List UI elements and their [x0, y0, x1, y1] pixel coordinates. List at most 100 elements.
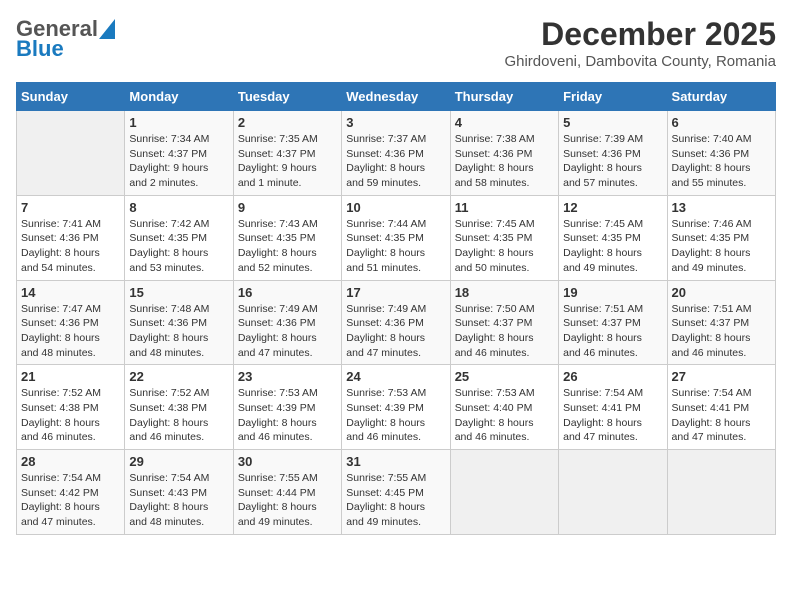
calendar-week-row: 28 Sunrise: 7:54 AM Sunset: 4:42 PM Dayli…: [17, 450, 776, 535]
day-info: Sunrise: 7:49 AM Sunset: 4:36 PM Dayligh…: [346, 302, 445, 361]
day-number: 18: [455, 285, 554, 300]
day-number: 23: [238, 369, 337, 384]
day-info: Sunrise: 7:45 AM Sunset: 4:35 PM Dayligh…: [563, 217, 662, 276]
calendar-cell: 17Sunrise: 7:49 AM Sunset: 4:36 PM Dayli…: [342, 280, 450, 365]
day-number: 16: [238, 285, 337, 300]
day-number: 6: [672, 115, 771, 130]
day-info: Sunrise: 7:55 AM Sunset: 4:45 PM Dayligh…: [346, 471, 445, 530]
day-info: Sunrise: 7:40 AM Sunset: 4:36 PM Dayligh…: [672, 132, 771, 191]
day-number: 30: [238, 454, 337, 469]
weekday-header: Sunday: [17, 83, 125, 111]
calendar-cell: 11Sunrise: 7:45 AM Sunset: 4:35 PM Dayli…: [450, 195, 558, 280]
calendar-cell: 25Sunrise: 7:53 AM Sunset: 4:40 PM Dayli…: [450, 365, 558, 450]
page-subtitle: Ghirdoveni, Dambovita County, Romania: [504, 53, 776, 70]
calendar-cell: 19Sunrise: 7:51 AM Sunset: 4:37 PM Dayli…: [559, 280, 667, 365]
day-number: 24: [346, 369, 445, 384]
calendar-cell: 26 Sunrise: 7:54 AM Sunset: 4:41 PM Dayli…: [559, 365, 667, 450]
day-number: 14: [21, 285, 120, 300]
calendar-cell: 28 Sunrise: 7:54 AM Sunset: 4:42 PM Dayli…: [17, 450, 125, 535]
calendar-cell: 21 Sunrise: 7:52 AM Sunset: 4:38 PM Dayli…: [17, 365, 125, 450]
day-info: Sunrise: 7:48 AM Sunset: 4:36 PM Dayligh…: [129, 302, 228, 361]
day-number: 10: [346, 200, 445, 215]
day-number: 5: [563, 115, 662, 130]
calendar-cell: 31 Sunrise: 7:55 AM Sunset: 4:45 PM Dayli…: [342, 450, 450, 535]
day-number: 1: [129, 115, 228, 130]
calendar-cell: 23 Sunrise: 7:53 AM Sunset: 4:39 PM Dayli…: [233, 365, 341, 450]
calendar-cell: 30 Sunrise: 7:55 AM Sunset: 4:44 PM Dayli…: [233, 450, 341, 535]
calendar-cell: [17, 111, 125, 196]
calendar-cell: 2Sunrise: 7:35 AM Sunset: 4:37 PM Daylig…: [233, 111, 341, 196]
day-info: Sunrise: 7:47 AM Sunset: 4:36 PM Dayligh…: [21, 302, 120, 361]
calendar-cell: 20 Sunrise: 7:51 AM Sunset: 4:37 PM Dayli…: [667, 280, 775, 365]
day-info: Sunrise: 7:54 AM Sunset: 4:41 PM Dayligh…: [563, 386, 662, 445]
day-info: Sunrise: 7:49 AM Sunset: 4:36 PM Dayligh…: [238, 302, 337, 361]
day-number: 9: [238, 200, 337, 215]
calendar-week-row: 1 Sunrise: 7:34 AM Sunset: 4:37 PM Daylig…: [17, 111, 776, 196]
day-info: Sunrise: 7:43 AM Sunset: 4:35 PM Dayligh…: [238, 217, 337, 276]
page-title: December 2025: [504, 16, 776, 53]
calendar-cell: 9 Sunrise: 7:43 AM Sunset: 4:35 PM Daylig…: [233, 195, 341, 280]
day-number: 22: [129, 369, 228, 384]
day-info: Sunrise: 7:44 AM Sunset: 4:35 PM Dayligh…: [346, 217, 445, 276]
calendar-cell: 13 Sunrise: 7:46 AM Sunset: 4:35 PM Dayli…: [667, 195, 775, 280]
day-info: Sunrise: 7:54 AM Sunset: 4:43 PM Dayligh…: [129, 471, 228, 530]
calendar-cell: 12 Sunrise: 7:45 AM Sunset: 4:35 PM Dayli…: [559, 195, 667, 280]
day-info: Sunrise: 7:51 AM Sunset: 4:37 PM Dayligh…: [672, 302, 771, 361]
calendar-cell: 10 Sunrise: 7:44 AM Sunset: 4:35 PM Dayli…: [342, 195, 450, 280]
day-number: 4: [455, 115, 554, 130]
calendar-table: SundayMondayTuesdayWednesdayThursdayFrid…: [16, 82, 776, 535]
day-number: 31: [346, 454, 445, 469]
page-header: General Blue December 2025 Ghirdoveni, D…: [16, 16, 776, 70]
calendar-cell: 5 Sunrise: 7:39 AM Sunset: 4:36 PM Daylig…: [559, 111, 667, 196]
day-number: 21: [21, 369, 120, 384]
calendar-cell: 4 Sunrise: 7:38 AM Sunset: 4:36 PM Daylig…: [450, 111, 558, 196]
day-number: 25: [455, 369, 554, 384]
calendar-cell: [667, 450, 775, 535]
day-info: Sunrise: 7:46 AM Sunset: 4:35 PM Dayligh…: [672, 217, 771, 276]
day-number: 27: [672, 369, 771, 384]
day-info: Sunrise: 7:50 AM Sunset: 4:37 PM Dayligh…: [455, 302, 554, 361]
title-block: December 2025 Ghirdoveni, Dambovita Coun…: [504, 16, 776, 70]
day-info: Sunrise: 7:42 AM Sunset: 4:35 PM Dayligh…: [129, 217, 228, 276]
day-number: 20: [672, 285, 771, 300]
calendar-cell: 29 Sunrise: 7:54 AM Sunset: 4:43 PM Dayli…: [125, 450, 233, 535]
calendar-cell: 24Sunrise: 7:53 AM Sunset: 4:39 PM Dayli…: [342, 365, 450, 450]
calendar-cell: 14 Sunrise: 7:47 AM Sunset: 4:36 PM Dayli…: [17, 280, 125, 365]
day-info: Sunrise: 7:37 AM Sunset: 4:36 PM Dayligh…: [346, 132, 445, 191]
day-info: Sunrise: 7:55 AM Sunset: 4:44 PM Dayligh…: [238, 471, 337, 530]
day-number: 2: [238, 115, 337, 130]
day-number: 19: [563, 285, 662, 300]
calendar-cell: 3Sunrise: 7:37 AM Sunset: 4:36 PM Daylig…: [342, 111, 450, 196]
day-info: Sunrise: 7:38 AM Sunset: 4:36 PM Dayligh…: [455, 132, 554, 191]
calendar-cell: 1 Sunrise: 7:34 AM Sunset: 4:37 PM Daylig…: [125, 111, 233, 196]
weekday-header: Monday: [125, 83, 233, 111]
day-info: Sunrise: 7:34 AM Sunset: 4:37 PM Dayligh…: [129, 132, 228, 191]
weekday-header: Wednesday: [342, 83, 450, 111]
calendar-week-row: 14 Sunrise: 7:47 AM Sunset: 4:36 PM Dayli…: [17, 280, 776, 365]
day-number: 29: [129, 454, 228, 469]
calendar-cell: 7Sunrise: 7:41 AM Sunset: 4:36 PM Daylig…: [17, 195, 125, 280]
day-number: 13: [672, 200, 771, 215]
calendar-cell: [559, 450, 667, 535]
day-number: 8: [129, 200, 228, 215]
day-number: 15: [129, 285, 228, 300]
day-info: Sunrise: 7:54 AM Sunset: 4:42 PM Dayligh…: [21, 471, 120, 530]
calendar-week-row: 21 Sunrise: 7:52 AM Sunset: 4:38 PM Dayli…: [17, 365, 776, 450]
calendar-cell: 8 Sunrise: 7:42 AM Sunset: 4:35 PM Daylig…: [125, 195, 233, 280]
calendar-week-row: 7Sunrise: 7:41 AM Sunset: 4:36 PM Daylig…: [17, 195, 776, 280]
day-info: Sunrise: 7:53 AM Sunset: 4:39 PM Dayligh…: [238, 386, 337, 445]
calendar-cell: 27 Sunrise: 7:54 AM Sunset: 4:41 PM Dayli…: [667, 365, 775, 450]
weekday-header: Friday: [559, 83, 667, 111]
weekday-header: Tuesday: [233, 83, 341, 111]
calendar-cell: 16 Sunrise: 7:49 AM Sunset: 4:36 PM Dayli…: [233, 280, 341, 365]
day-info: Sunrise: 7:54 AM Sunset: 4:41 PM Dayligh…: [672, 386, 771, 445]
day-number: 26: [563, 369, 662, 384]
day-info: Sunrise: 7:39 AM Sunset: 4:36 PM Dayligh…: [563, 132, 662, 191]
day-info: Sunrise: 7:52 AM Sunset: 4:38 PM Dayligh…: [21, 386, 120, 445]
weekday-header: Thursday: [450, 83, 558, 111]
logo-blue: Blue: [16, 36, 64, 62]
calendar-cell: 15 Sunrise: 7:48 AM Sunset: 4:36 PM Dayli…: [125, 280, 233, 365]
day-info: Sunrise: 7:41 AM Sunset: 4:36 PM Dayligh…: [21, 217, 120, 276]
day-number: 28: [21, 454, 120, 469]
day-number: 12: [563, 200, 662, 215]
